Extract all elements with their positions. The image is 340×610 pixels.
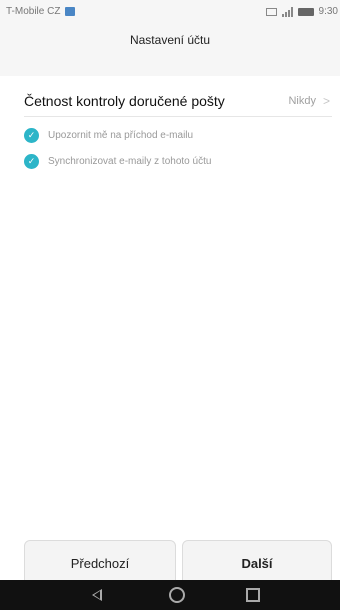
status-bar: T-Mobile CZ 9:30 (0, 0, 340, 26)
sync-email-label: Synchronizovat e-maily z tohoto účtu (48, 155, 212, 167)
carrier-name: T-Mobile CZ (6, 6, 61, 17)
notify-email-label: Upozornit mě na příchod e-mailu (48, 129, 194, 141)
home-icon[interactable] (169, 587, 185, 603)
check-frequency-value: Nikdy (288, 95, 316, 107)
check-frequency-setting[interactable]: Četnost kontroly doručené pošty Nikdy > (24, 86, 332, 117)
status-left: T-Mobile CZ (6, 6, 76, 17)
title-bar: Nastavení účtu (0, 26, 340, 76)
image-icon (265, 7, 277, 16)
recent-apps-icon[interactable] (246, 588, 260, 602)
checkmark-icon: ✓ (24, 127, 39, 143)
status-right: 9:30 (265, 6, 338, 17)
check-frequency-label: Četnost kontroly doručené pošty (24, 93, 225, 109)
navigation-bar (0, 580, 340, 610)
battery-icon (297, 7, 314, 16)
notify-email-checkbox[interactable]: ✓ Upozornit mě na příchod e-mailu (24, 126, 193, 144)
chevron-right-icon: > (322, 94, 330, 108)
sync-email-checkbox[interactable]: ✓ Synchronizovat e-maily z tohoto účtu (24, 152, 211, 170)
check-frequency-value-group: Nikdy > (288, 94, 332, 108)
clock: 9:30 (318, 6, 338, 17)
signal-icon (281, 6, 293, 17)
checkmark-icon: ✓ (24, 153, 39, 169)
page-title: Nastavení účtu (129, 33, 211, 47)
carrier-notification-icon (65, 7, 76, 16)
back-icon[interactable] (92, 589, 102, 601)
